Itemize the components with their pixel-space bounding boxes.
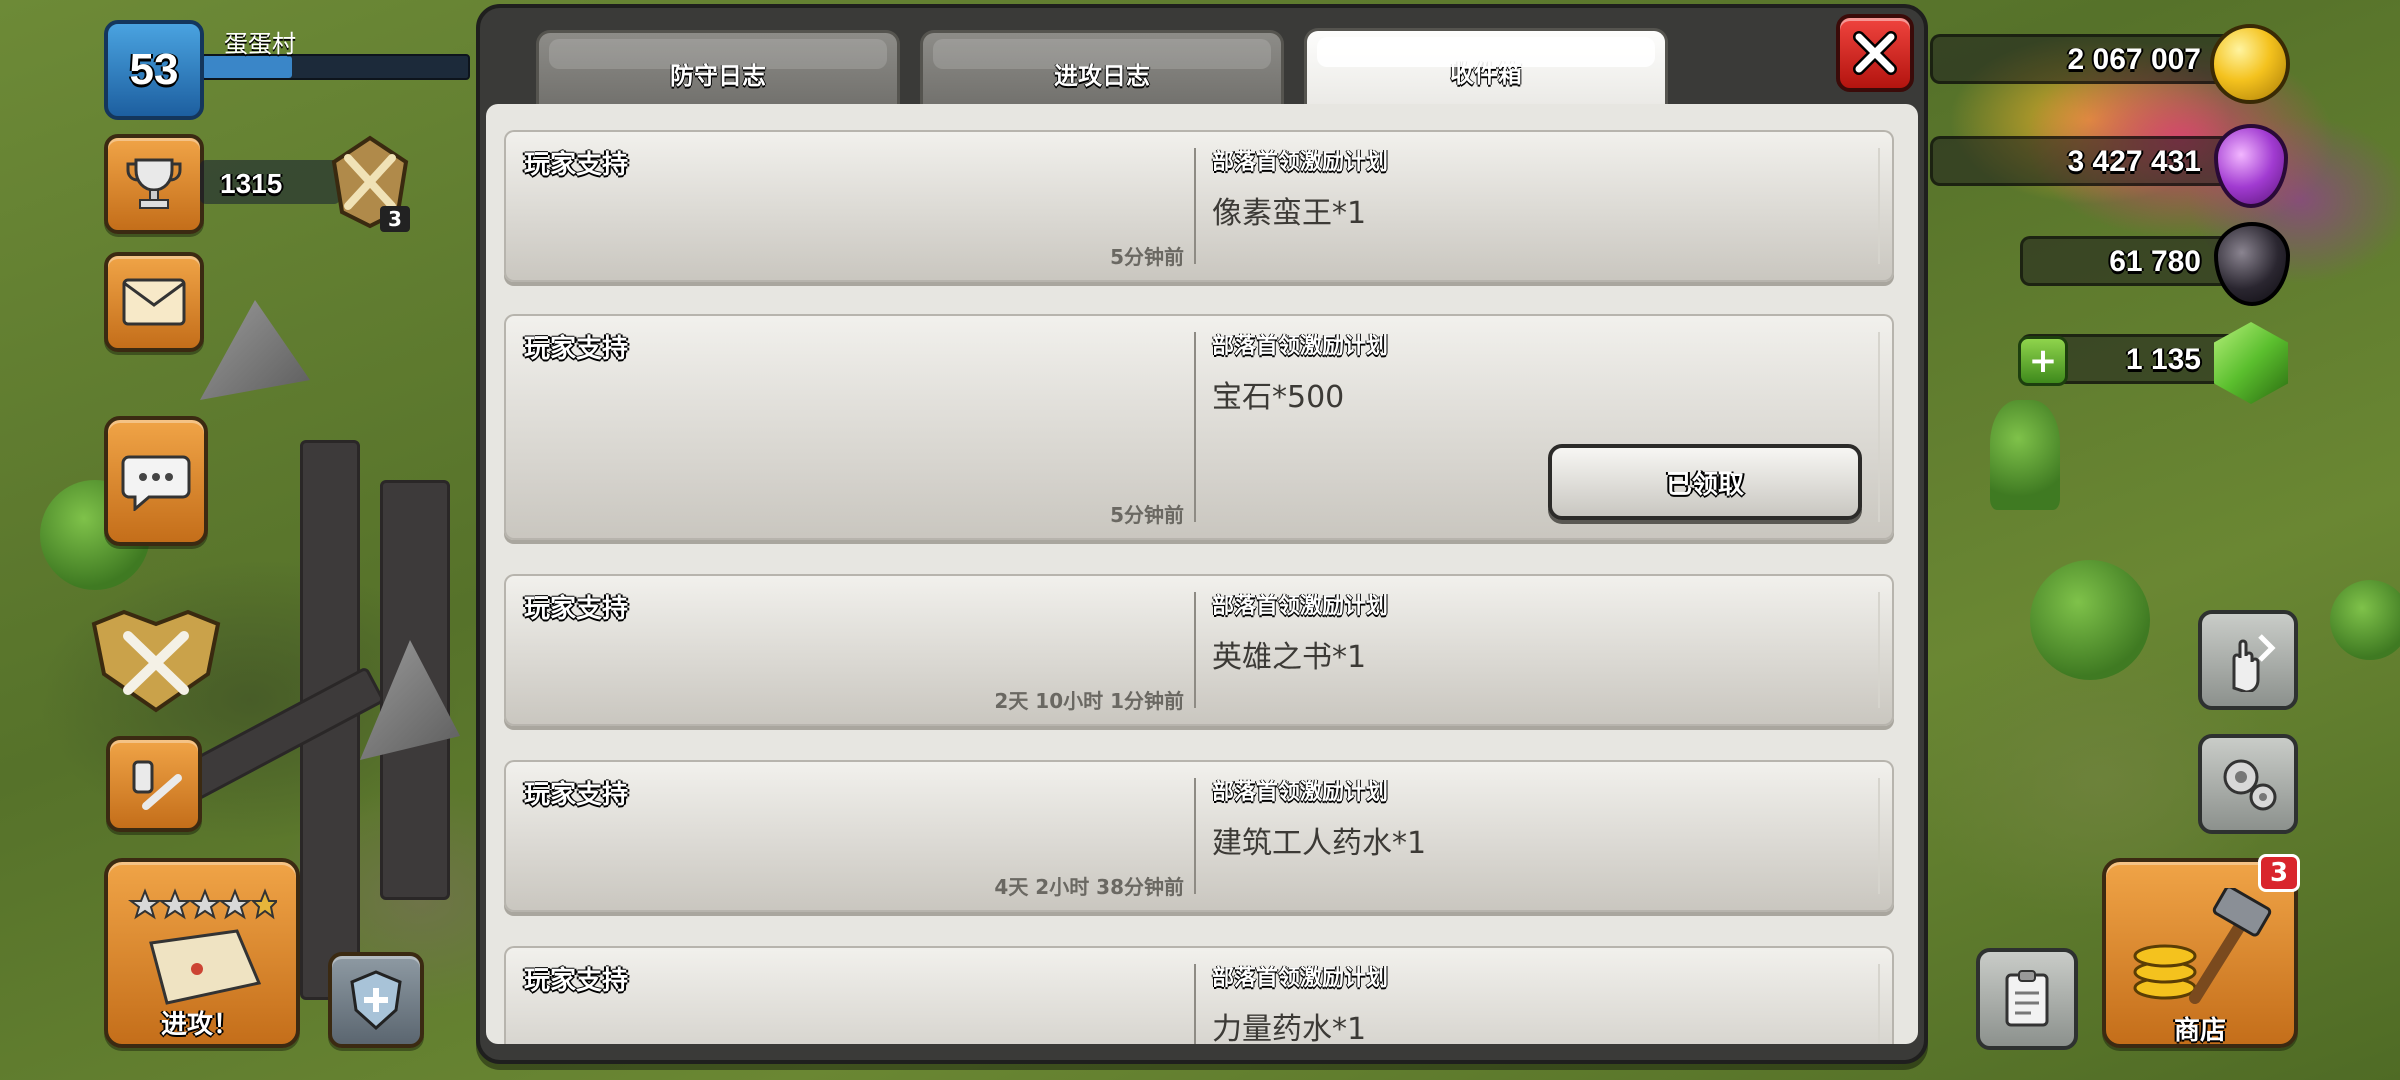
shield-button[interactable] [328,952,424,1048]
potion-sword-icon [132,760,182,810]
shield-plus-icon [350,970,402,1031]
message-edge [1878,778,1880,894]
message-reward: 建筑工人药水*1 [1212,826,1427,861]
message-reward: 宝石*500 [1212,380,1345,415]
hand-move-icon [2232,634,2276,692]
village-tree [2030,560,2150,680]
envelope-icon [122,278,186,326]
message-program: 部落首领激励计划 [1212,594,1389,619]
message-edge [1878,332,1880,522]
attack-label: 进攻！ [160,1010,239,1040]
layout-edit-button[interactable] [2198,610,2298,710]
trophy-count: 1315 [220,168,283,199]
dark-elixir-amount: 61 780 [2109,245,2201,278]
player-level-badge[interactable]: 53 [104,20,204,120]
news-button[interactable] [1976,948,2078,1050]
clan-war-button-icon[interactable] [84,604,228,716]
message-divider [1194,778,1196,894]
message-time: 2天 10小时 1分钟前 [994,689,1184,713]
trophy-button[interactable] [104,134,204,234]
gear-icon [2223,759,2277,811]
close-button[interactable] [1836,14,1914,92]
inbox-message[interactable]: 玩家支持 4天 2小时 38分钟前 部落首领激励计划 建筑工人药水*1 [504,760,1894,912]
tab-defense-log[interactable]: 防守日志 [536,30,900,114]
message-edge [1878,964,1880,1044]
message-time: 5分钟前 [1110,245,1184,269]
message-sender: 玩家支持 [524,780,629,810]
player-name: 蛋蛋村 [224,30,296,58]
message-sender: 玩家支持 [524,594,629,624]
claimed-button[interactable]: 已领取 [1548,444,1862,520]
map-scroll-icon [128,888,277,1005]
hammer-coins-icon [2133,888,2272,1004]
clipboard-icon [2005,970,2049,1027]
shop-notification-badge: 3 [2258,854,2300,892]
player-level: 53 [129,45,179,94]
message-edge [1878,592,1880,708]
message-sender: 玩家支持 [524,966,629,996]
message-time: 5分钟前 [1110,503,1184,527]
inbox-message[interactable]: 玩家支持 2天 10小时 1分钟前 部落首领激励计划 英雄之书*1 [504,574,1894,726]
mail-button[interactable] [104,252,204,352]
message-edge [1878,148,1880,264]
tab-attack-log[interactable]: 进攻日志 [920,30,1284,114]
gem-amount: 1 135 [2125,343,2201,376]
inbox-message[interactable]: 玩家支持 部落首领激励计划 力量药水*1 [504,946,1894,1044]
message-program: 部落首领激励计划 [1212,334,1389,359]
inbox-message-list[interactable]: 玩家支持 5分钟前 部落首领激励计划 像素蛮王*1 玩家支持 5分钟前 部落首领… [486,104,1918,1044]
message-reward: 英雄之书*1 [1212,640,1367,675]
message-program: 部落首领激励计划 [1212,150,1389,175]
tab-inbox[interactable]: 收件箱 [1304,28,1668,112]
message-divider [1194,964,1196,1044]
gold-amount: 2 067 007 [2067,43,2201,76]
attack-stars-icon [128,888,277,920]
settings-button[interactable] [2198,734,2298,834]
buy-gems-plus-button[interactable]: + [2018,336,2068,386]
trophy-icon [126,158,182,209]
chat-button[interactable] [104,416,208,546]
message-sender: 玩家支持 [524,150,629,180]
inbox-message[interactable]: 玩家支持 5分钟前 部落首领激励计划 宝石*500 已领取 [504,314,1894,540]
message-divider [1194,148,1196,264]
message-sender: 玩家支持 [524,334,629,364]
message-reward: 像素蛮王*1 [1212,196,1367,231]
shop-label: 商店 [2173,1016,2226,1046]
message-time: 4天 2小时 38分钟前 [994,875,1184,899]
elixir-amount: 3 427 431 [2067,145,2201,178]
message-program: 部落首领激励计划 [1212,966,1389,991]
message-divider [1194,592,1196,708]
village-pine-tree [1990,400,2060,510]
message-divider [1194,332,1196,522]
village-rock [200,300,310,400]
league-count: 3 [380,206,410,232]
inbox-message[interactable]: 玩家支持 5分钟前 部落首领激励计划 像素蛮王*1 [504,130,1894,282]
village-tree [2330,580,2400,660]
message-program: 部落首领激励计划 [1212,780,1389,805]
close-icon [1853,31,1897,75]
gold-coin-icon [2210,24,2290,104]
chat-bubble-icon [121,455,191,511]
message-reward: 力量药水*1 [1212,1012,1367,1044]
builder-base-button[interactable] [106,736,202,832]
